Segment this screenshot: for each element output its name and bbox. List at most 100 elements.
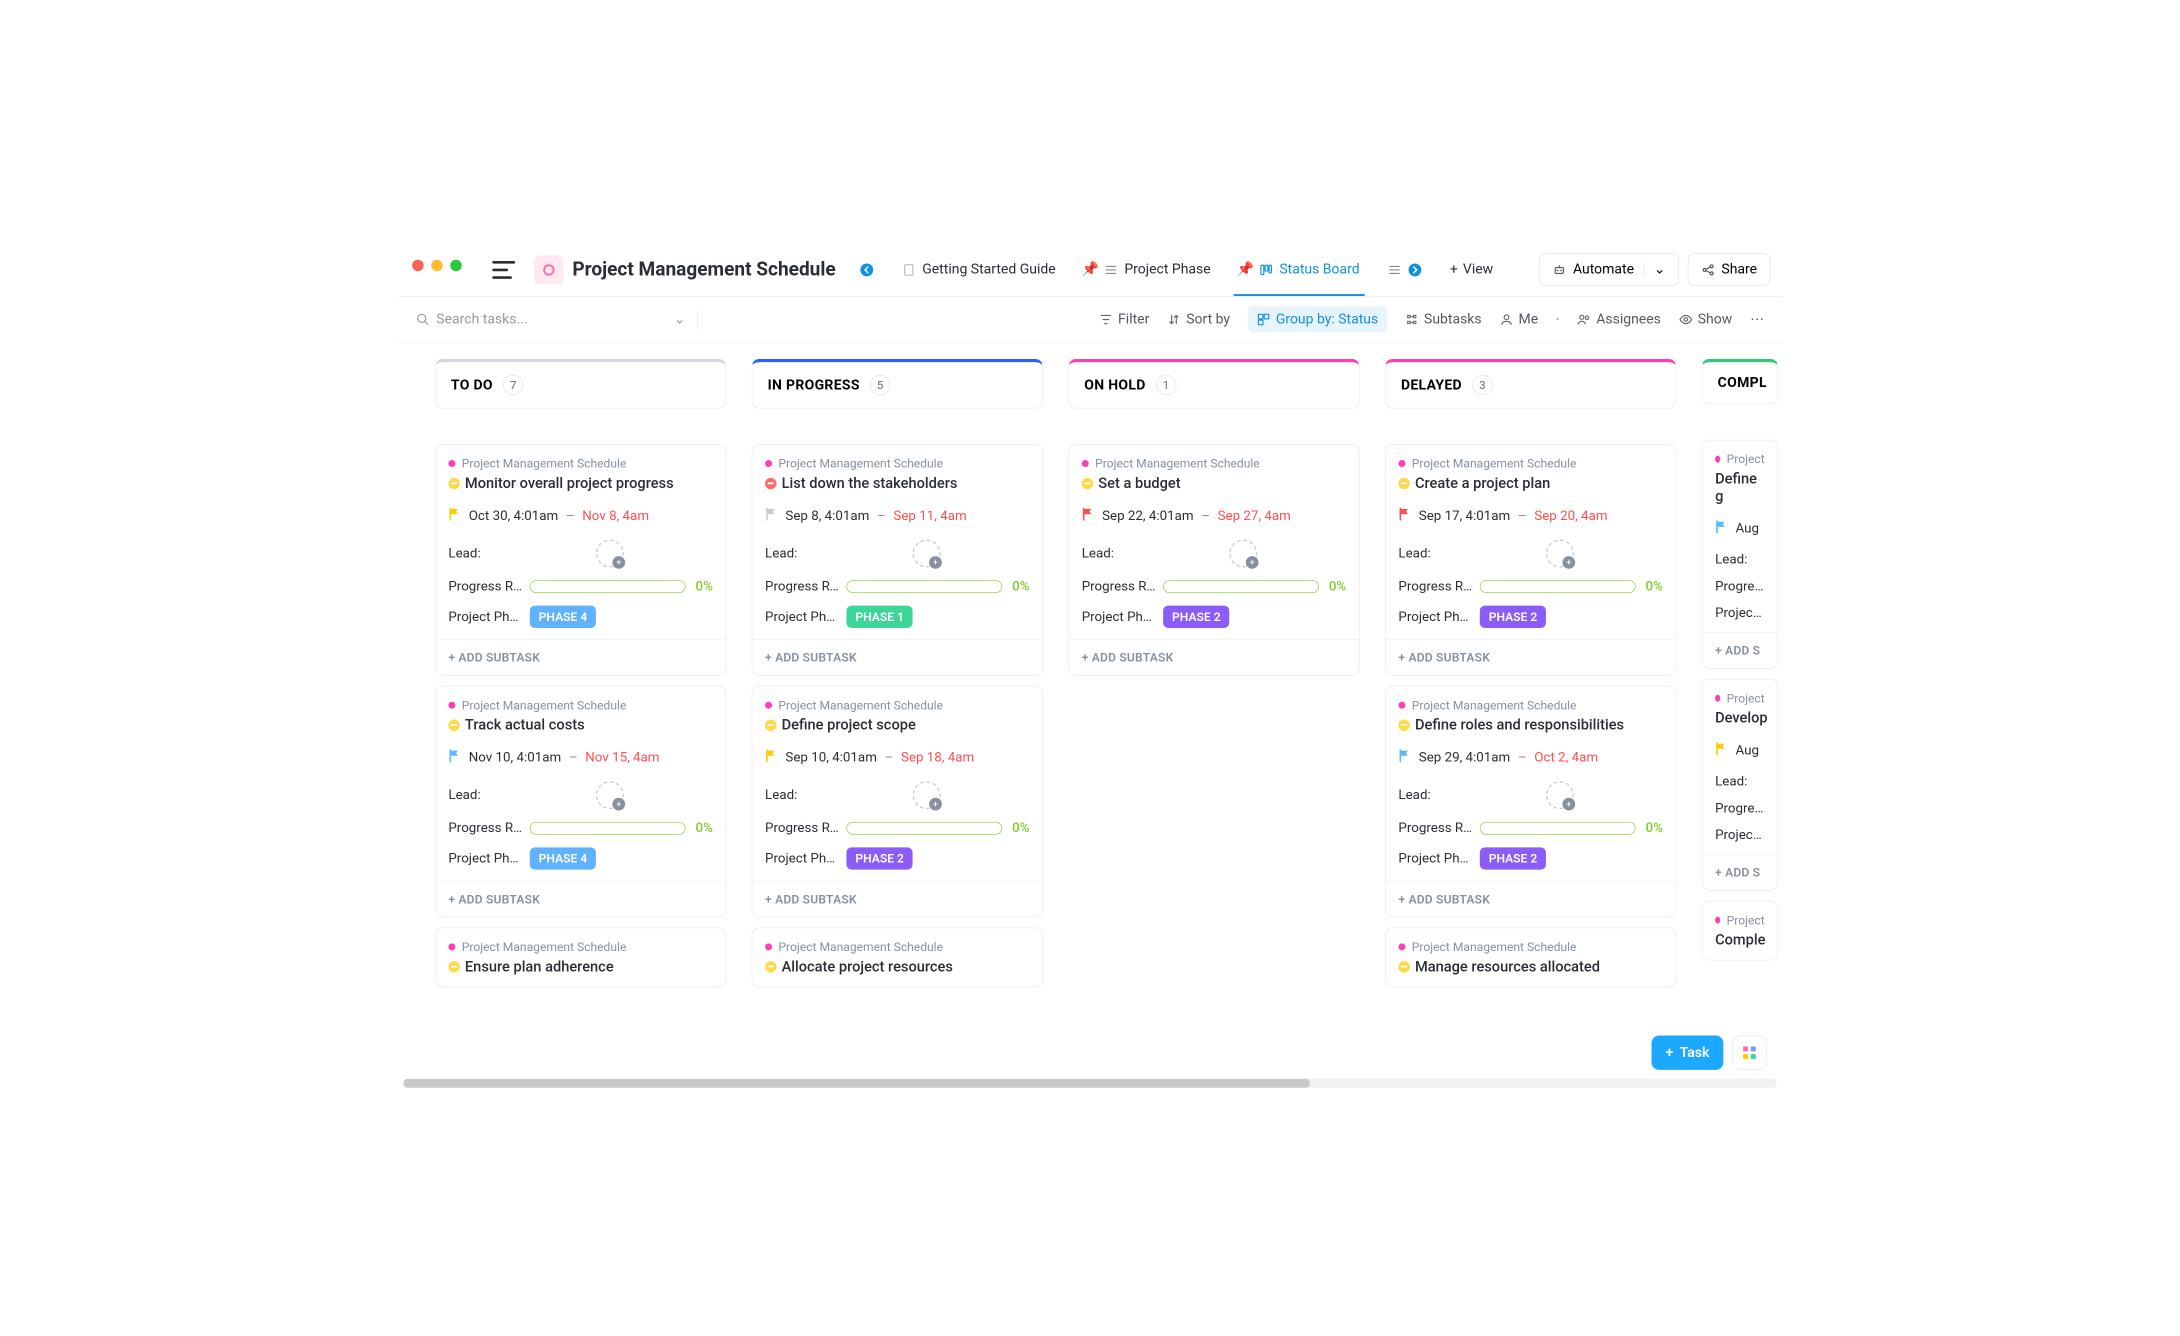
progress-bar[interactable]: [1480, 822, 1636, 835]
kanban-board[interactable]: TO DO7 Project Management Schedule Monit…: [397, 342, 1783, 1078]
share-button[interactable]: Share: [1688, 253, 1771, 285]
status-icon[interactable]: [1398, 478, 1409, 489]
phase-pill[interactable]: PHASE 2: [1480, 847, 1546, 869]
share-icon: [1701, 263, 1715, 277]
add-subtask-button[interactable]: + ADD SUBTASK: [1069, 639, 1359, 675]
column-header[interactable]: DELAYED3: [1385, 359, 1676, 409]
status-icon[interactable]: [1398, 961, 1409, 972]
add-subtask-button[interactable]: + ADD S: [1702, 854, 1777, 890]
phase-pill[interactable]: PHASE 4: [530, 606, 596, 628]
task-card[interactable]: Project Management Schedule Define roles…: [1385, 686, 1676, 917]
status-icon[interactable]: [448, 478, 459, 489]
column-header[interactable]: COMPL: [1702, 359, 1778, 404]
add-subtask-button[interactable]: + ADD SUBTASK: [436, 881, 726, 917]
task-card[interactable]: Project Develop AugLead: Progress Projec…: [1702, 679, 1778, 891]
tab-next[interactable]: [1383, 243, 1428, 296]
date-range[interactable]: Sep 17, 4:01am–Sep 20, 4am: [1398, 507, 1663, 524]
add-view-button[interactable]: + View: [1445, 262, 1498, 278]
filter-button[interactable]: Filter: [1099, 311, 1149, 327]
progress-label: Progress R...: [1398, 579, 1473, 594]
phase-pill[interactable]: PHASE 4: [530, 847, 596, 869]
task-card[interactable]: Project Management Schedule Set a budget…: [1068, 444, 1359, 675]
add-subtask-button[interactable]: + ADD SUBTASK: [752, 639, 1042, 675]
progress-percent: 0%: [695, 821, 712, 836]
add-assignee-button[interactable]: [596, 540, 624, 568]
phase-pill[interactable]: PHASE 2: [846, 847, 912, 869]
column-header[interactable]: IN PROGRESS5: [752, 359, 1043, 409]
progress-bar[interactable]: [530, 580, 686, 593]
date-range[interactable]: Sep 29, 4:01am–Oct 2, 4am: [1398, 749, 1663, 766]
date-range[interactable]: Sep 22, 4:01am–Sep 27, 4am: [1082, 507, 1347, 524]
search-input[interactable]: Search tasks... ⌄: [416, 311, 686, 327]
horizontal-scrollbar[interactable]: [403, 1079, 1777, 1088]
status-icon[interactable]: [448, 961, 459, 972]
add-assignee-button[interactable]: [913, 540, 941, 568]
task-card[interactable]: Project Comple: [1702, 901, 1778, 961]
me-button[interactable]: Me: [1499, 311, 1538, 327]
groupby-button[interactable]: Group by: Status: [1248, 306, 1387, 332]
task-card[interactable]: Project Management Schedule Define proje…: [752, 686, 1043, 917]
task-card[interactable]: Project Management Schedule Create a pro…: [1385, 444, 1676, 675]
tab-project-phase[interactable]: 📌 Project Phase: [1079, 243, 1216, 296]
status-icon[interactable]: [1082, 478, 1093, 489]
sort-button[interactable]: Sort by: [1167, 311, 1230, 327]
task-card[interactable]: Project Define g AugLead: Progress Proje…: [1702, 440, 1778, 669]
date-range[interactable]: Aug: [1715, 742, 1765, 759]
automate-button[interactable]: Automate ⌄: [1539, 253, 1679, 285]
add-assignee-button[interactable]: [596, 781, 624, 809]
date-range[interactable]: Sep 10, 4:01am–Sep 18, 4am: [765, 749, 1030, 766]
add-subtask-button[interactable]: + ADD SUBTASK: [1386, 639, 1676, 675]
task-card[interactable]: Project Management Schedule List down th…: [752, 444, 1043, 675]
add-assignee-button[interactable]: [1546, 781, 1574, 809]
task-card[interactable]: Project Management Schedule Allocate pro…: [752, 927, 1043, 987]
add-subtask-button[interactable]: + ADD SUBTASK: [436, 639, 726, 675]
date-range[interactable]: Oct 30, 4:01am–Nov 8, 4am: [448, 507, 713, 524]
status-icon[interactable]: [765, 719, 776, 730]
task-title: Define g: [1715, 470, 1765, 504]
add-subtask-button[interactable]: + ADD S: [1702, 632, 1777, 668]
menu-icon[interactable]: [492, 261, 515, 279]
list-dot-icon: [765, 943, 772, 950]
date-range[interactable]: Sep 8, 4:01am–Sep 11, 4am: [765, 507, 1030, 524]
task-card[interactable]: Project Management Schedule Track actual…: [435, 686, 726, 917]
chevron-down-icon[interactable]: ⌄: [674, 311, 686, 327]
new-task-button[interactable]: +Task: [1652, 1036, 1724, 1070]
task-card[interactable]: Project Management Schedule Manage resou…: [1385, 927, 1676, 987]
progress-bar[interactable]: [1163, 580, 1319, 593]
add-assignee-button[interactable]: [913, 781, 941, 809]
status-icon[interactable]: [765, 478, 776, 489]
assignees-button[interactable]: Assignees: [1577, 311, 1661, 327]
progress-bar[interactable]: [1480, 580, 1636, 593]
task-card[interactable]: Project Management Schedule Monitor over…: [435, 444, 726, 675]
tab-getting-started[interactable]: Getting Started Guide: [897, 243, 1061, 296]
progress-bar[interactable]: [530, 822, 686, 835]
apps-button[interactable]: [1732, 1036, 1766, 1070]
column-header[interactable]: ON HOLD1: [1068, 359, 1359, 409]
status-icon[interactable]: [1398, 719, 1409, 730]
date-range[interactable]: Aug: [1715, 520, 1765, 537]
date-range[interactable]: Nov 10, 4:01am–Nov 15, 4am: [448, 749, 713, 766]
progress-bar[interactable]: [846, 822, 1002, 835]
back-button[interactable]: [855, 243, 879, 296]
tab-status-board[interactable]: 📌 Status Board: [1234, 243, 1365, 296]
scrollbar-thumb[interactable]: [403, 1079, 1310, 1088]
phase-pill[interactable]: PHASE 2: [1163, 606, 1229, 628]
add-assignee-button[interactable]: [1546, 540, 1574, 568]
plus-icon: +: [1666, 1045, 1674, 1061]
status-icon[interactable]: [448, 719, 459, 730]
chevron-down-icon[interactable]: ⌄: [1644, 262, 1665, 278]
add-subtask-button[interactable]: + ADD SUBTASK: [1386, 881, 1676, 917]
phase-pill[interactable]: PHASE 1: [846, 606, 912, 628]
add-assignee-button[interactable]: [1229, 540, 1257, 568]
task-card[interactable]: Project Management Schedule Ensure plan …: [435, 927, 726, 987]
show-button[interactable]: Show: [1679, 311, 1733, 327]
add-subtask-button[interactable]: + ADD SUBTASK: [752, 881, 1042, 917]
more-button[interactable]: ⋯: [1750, 311, 1764, 327]
subtasks-button[interactable]: Subtasks: [1405, 311, 1482, 327]
phase-pill[interactable]: PHASE 2: [1480, 606, 1546, 628]
eye-icon: [1679, 312, 1693, 326]
flag-icon: [448, 749, 461, 763]
status-icon[interactable]: [765, 961, 776, 972]
column-header[interactable]: TO DO7: [435, 359, 726, 409]
progress-bar[interactable]: [846, 580, 1002, 593]
